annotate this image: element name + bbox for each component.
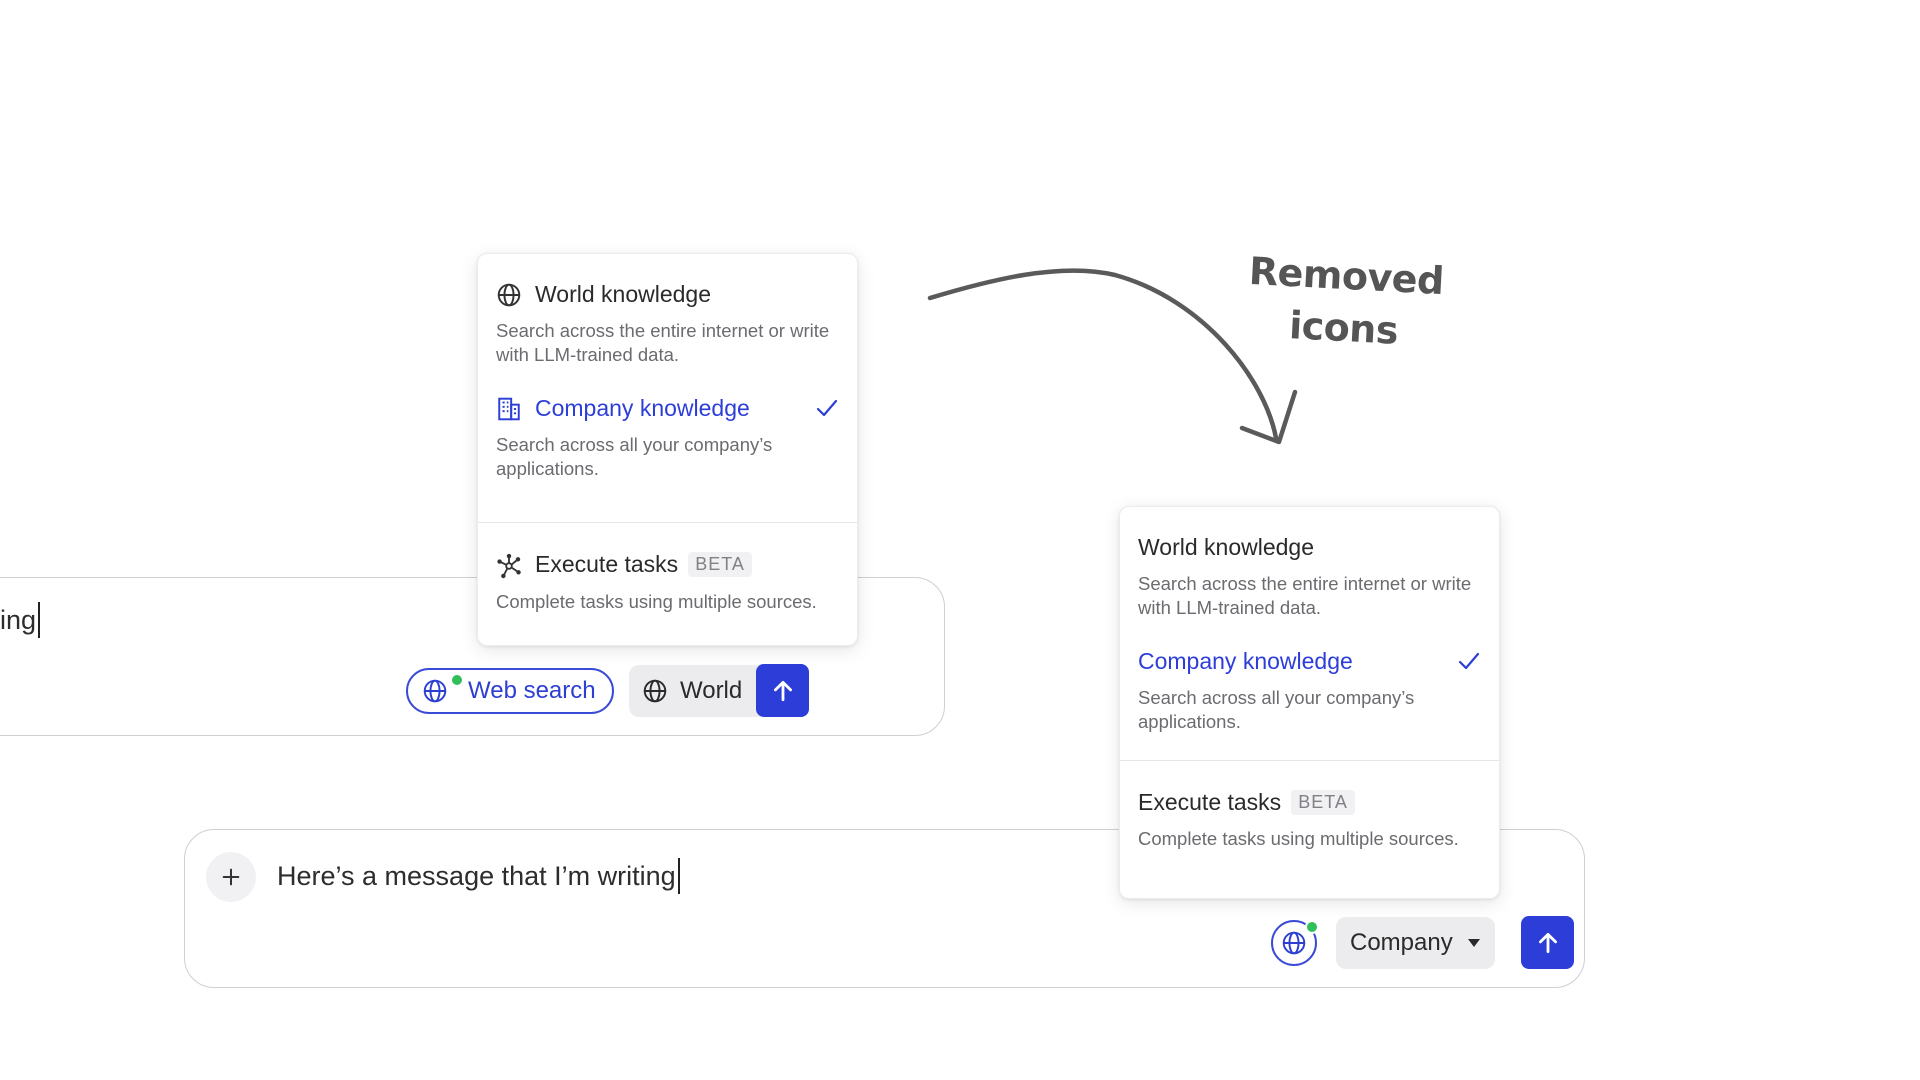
- globe-icon: [497, 283, 521, 307]
- menu-item-desc: Complete tasks using multiple sources.: [496, 591, 817, 612]
- knowledge-menu-with-icons: World knowledge Search across the entire…: [477, 253, 858, 646]
- menu-item-world-knowledge[interactable]: World knowledge Search across the entire…: [478, 254, 857, 374]
- menu-item-world-knowledge[interactable]: World knowledge Search across the entire…: [1120, 507, 1499, 627]
- menu-item-title-text: Execute tasks: [1138, 789, 1282, 815]
- send-button[interactable]: [756, 664, 809, 717]
- menu-item-execute-tasks[interactable]: Execute tasks BETA Complete tasks using …: [478, 523, 857, 647]
- menu-item-title: Execute tasks BETA: [1138, 789, 1355, 816]
- menu-item-company-knowledge[interactable]: Company knowledge Search across all your…: [1120, 627, 1499, 742]
- composer-text: Here’s a message that I’m writing: [277, 860, 676, 891]
- menu-item-execute-tasks[interactable]: Execute tasks BETA Complete tasks using …: [1120, 761, 1499, 900]
- send-button[interactable]: [1521, 916, 1574, 969]
- menu-item-title: Execute tasks BETA: [535, 551, 752, 578]
- annotation-line-1: Removed: [1247, 248, 1445, 304]
- plus-icon: [222, 868, 240, 886]
- menu-item-desc: Search across the entire internet or wri…: [1138, 573, 1472, 618]
- menu-item-title: Company knowledge: [535, 395, 750, 421]
- annotation-text: Removed icons: [1242, 245, 1447, 359]
- building-icon: [498, 397, 520, 421]
- menu-item-company-knowledge[interactable]: Company knowledge Search across all your…: [478, 374, 857, 489]
- add-attachment-button[interactable]: [206, 852, 256, 902]
- web-search-globe-icon: [422, 673, 464, 704]
- beta-badge: BETA: [688, 552, 752, 577]
- text-caret: [38, 602, 41, 638]
- menu-item-title: World knowledge: [535, 281, 712, 307]
- globe-icon: [1282, 931, 1306, 955]
- arrow-up-icon: [1538, 932, 1557, 953]
- web-search-label: Web search: [468, 677, 596, 704]
- menu-item-desc: Search across all your company’s applica…: [496, 434, 773, 479]
- menu-item-title: Company knowledge: [1138, 648, 1353, 674]
- status-dot: [450, 673, 464, 687]
- beta-badge: BETA: [1291, 790, 1355, 815]
- text-caret: [677, 858, 680, 894]
- web-search-toggle[interactable]: [1271, 920, 1319, 966]
- knowledge-menu-without-icons: World knowledge Search across the entire…: [1119, 506, 1500, 899]
- globe-icon: [643, 679, 667, 703]
- composer-input-top[interactable]: ing: [0, 602, 41, 638]
- menu-item-desc: Search across all your company’s applica…: [1138, 687, 1415, 732]
- source-selector-company[interactable]: Company: [1336, 917, 1495, 969]
- menu-item-desc: Complete tasks using multiple sources.: [1138, 828, 1459, 849]
- composer-input-bottom[interactable]: Here’s a message that I’m writing: [277, 858, 680, 894]
- arrow-up-icon: [773, 680, 792, 701]
- network-icon: [497, 553, 521, 579]
- caret-down-icon: [1467, 939, 1480, 947]
- menu-item-desc: Search across the entire internet or wri…: [496, 320, 830, 365]
- source-label: World: [680, 677, 743, 704]
- source-label: Company: [1350, 929, 1453, 956]
- web-search-toggle[interactable]: Web search: [406, 668, 614, 714]
- composer-text: ing: [0, 604, 37, 635]
- annotation-line-2: icons: [1288, 303, 1400, 353]
- status-dot: [1305, 920, 1319, 934]
- menu-item-title: World knowledge: [1138, 534, 1315, 560]
- menu-item-title-text: Execute tasks: [535, 551, 679, 577]
- check-icon: [1458, 652, 1480, 670]
- check-icon: [816, 399, 838, 417]
